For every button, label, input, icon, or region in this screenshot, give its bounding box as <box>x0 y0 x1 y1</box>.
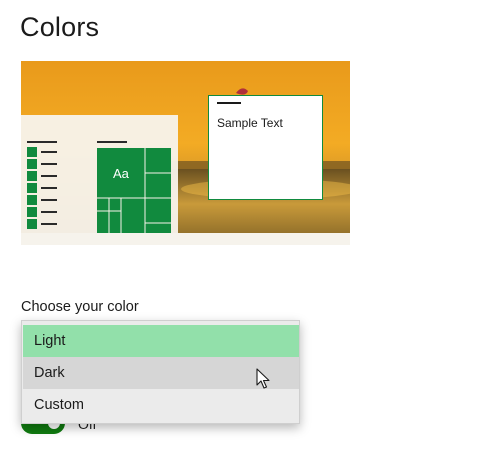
sample-window-preview: Sample Text <box>208 95 323 200</box>
color-mode-dropdown[interactable]: Light Dark Custom <box>21 320 300 424</box>
theme-preview: Aa Sample Text <box>21 61 350 245</box>
sample-text: Sample Text <box>217 116 283 130</box>
start-tiles <box>97 148 171 233</box>
option-custom[interactable]: Custom <box>23 389 299 421</box>
page-title: Colors <box>20 12 100 42</box>
choose-color-label: Choose your color <box>21 299 139 315</box>
tile-text: Aa <box>113 166 130 181</box>
option-dark[interactable]: Dark <box>23 357 299 389</box>
start-menu-preview: Aa <box>21 115 178 233</box>
option-light[interactable]: Light <box>23 325 299 357</box>
